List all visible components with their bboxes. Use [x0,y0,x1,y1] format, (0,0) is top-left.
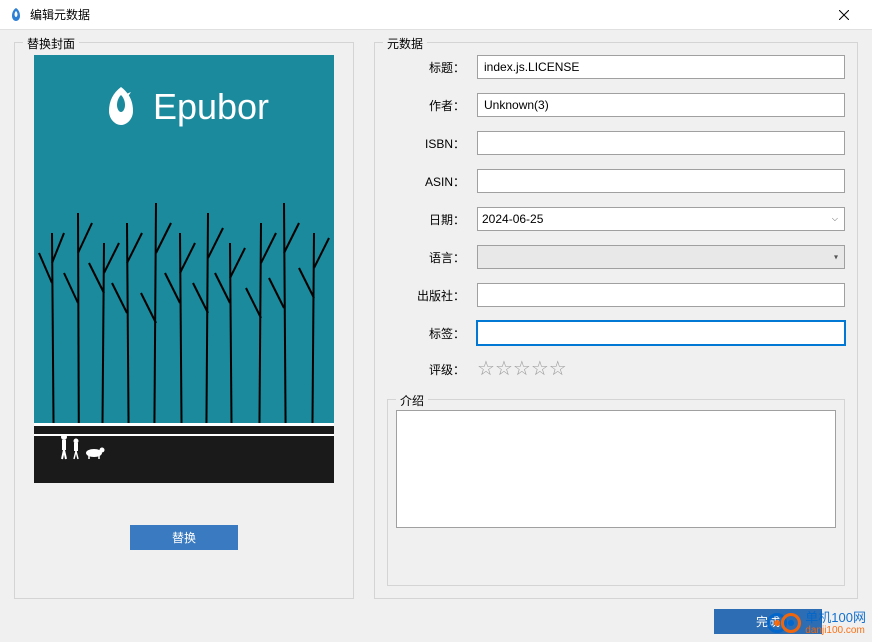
language-label: 语言： [387,249,477,266]
star-icon[interactable]: ☆ [549,359,567,379]
star-icon[interactable]: ☆ [531,359,549,379]
star-icon[interactable]: ☆ [513,359,531,379]
window-title: 编辑元数据 [30,6,824,23]
language-row: 语言： ▾ [387,245,845,269]
tags-label: 标签： [387,325,477,342]
cover-legend: 替换封面 [23,35,79,52]
intro-panel: 介绍 [387,399,845,586]
chevron-down-icon: ⌵ [832,214,838,224]
intro-legend: 介绍 [396,392,428,409]
isbn-label: ISBN： [387,135,477,152]
title-input[interactable] [477,55,845,79]
asin-row: ASIN： [387,169,845,193]
metadata-panel: 元数据 标题： 作者： ISBN： ASIN： 日期： 2024-06-2 [374,42,858,599]
publisher-input[interactable] [477,283,845,307]
publisher-row: 出版社： [387,283,845,307]
rating-row: 评级： ☆ ☆ ☆ ☆ ☆ [387,359,845,379]
isbn-row: ISBN： [387,131,845,155]
date-value: 2024-06-25 [482,212,543,226]
content-area: 替换封面 [0,30,872,642]
epubor-logo-icon [99,85,143,129]
replace-cover-button[interactable]: 替换 [130,525,238,550]
close-icon [839,10,849,20]
watermark-icon [767,611,801,635]
date-row: 日期： 2024-06-25 ⌵ [387,207,845,231]
watermark-text-1: 单机100网 [805,611,866,625]
close-button[interactable] [824,0,864,30]
isbn-input[interactable] [477,131,845,155]
cover-figures [54,431,114,461]
asin-label: ASIN： [387,173,477,190]
watermark: 单机100网 danji100.com [767,611,866,636]
star-icon[interactable]: ☆ [477,359,495,379]
window-titlebar: 编辑元数据 [0,0,872,30]
date-label: 日期： [387,211,477,228]
tags-input[interactable] [477,321,845,345]
cover-panel: 替换封面 [14,42,354,599]
title-label: 标题： [387,59,477,76]
watermark-text-2: danji100.com [805,625,866,636]
rating-label: 评级： [387,361,477,378]
metadata-legend: 元数据 [383,35,427,52]
bottom-row: 完成 [14,599,858,634]
title-row: 标题： [387,55,845,79]
star-icon[interactable]: ☆ [495,359,513,379]
intro-textarea[interactable] [396,410,836,528]
chevron-down-icon: ▾ [834,253,838,262]
tags-row: 标签： [387,321,845,345]
app-icon [8,7,24,23]
language-select[interactable]: ▾ [477,245,845,269]
date-select[interactable]: 2024-06-25 ⌵ [477,207,845,231]
rating-stars[interactable]: ☆ ☆ ☆ ☆ ☆ [477,359,567,379]
author-label: 作者： [387,97,477,114]
author-row: 作者： [387,93,845,117]
cover-image[interactable]: Epubor [34,55,334,483]
cover-logo-text: Epubor [153,86,269,128]
asin-input[interactable] [477,169,845,193]
author-input[interactable] [477,93,845,117]
publisher-label: 出版社： [387,287,477,304]
main-row: 替换封面 [14,42,858,599]
